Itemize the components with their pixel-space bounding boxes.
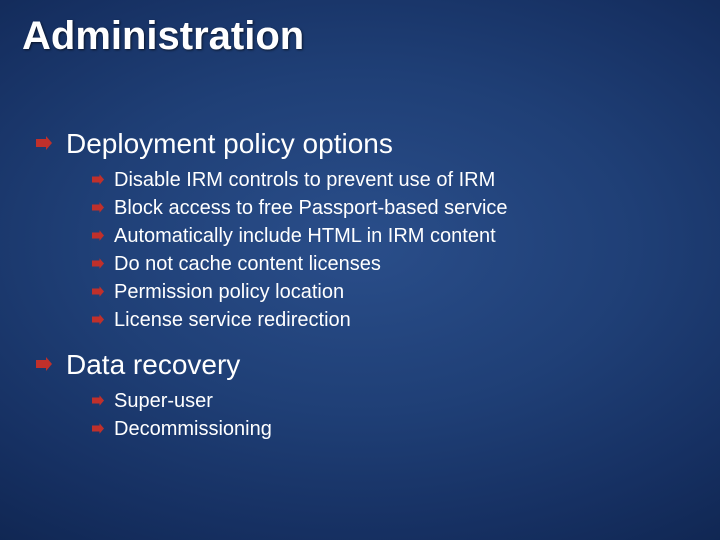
bullet-icon (92, 314, 104, 325)
list-item-text: Disable IRM controls to prevent use of I… (114, 167, 495, 193)
slide: Administration Deployment policy options… (0, 0, 720, 540)
section-heading: Data recovery (36, 347, 690, 382)
bullet-icon (36, 357, 52, 371)
list-item-text: Block access to free Passport-based serv… (114, 195, 508, 221)
list-item-text: Permission policy location (114, 279, 344, 305)
bullet-icon (36, 136, 52, 150)
bullet-icon (92, 395, 104, 406)
bullet-icon (92, 258, 104, 269)
bullet-icon (92, 423, 104, 434)
bullet-icon (92, 230, 104, 241)
list-item-text: License service redirection (114, 307, 351, 333)
section-heading-text: Data recovery (66, 347, 240, 382)
list-item-text: Super-user (114, 388, 213, 414)
list-item: Do not cache content licenses (92, 251, 690, 277)
list-item: Decommissioning (92, 416, 690, 442)
section-heading: Deployment policy options (36, 126, 690, 161)
slide-title: Administration (22, 14, 304, 59)
bullet-icon (92, 202, 104, 213)
list-item: Super-user (92, 388, 690, 414)
list-item-text: Decommissioning (114, 416, 272, 442)
list-item-text: Automatically include HTML in IRM conten… (114, 223, 496, 249)
bullet-icon (92, 286, 104, 297)
list-item: Automatically include HTML in IRM conten… (92, 223, 690, 249)
list-item: License service redirection (92, 307, 690, 333)
list-item: Disable IRM controls to prevent use of I… (92, 167, 690, 193)
list-item: Block access to free Passport-based serv… (92, 195, 690, 221)
list-item: Permission policy location (92, 279, 690, 305)
list-item-text: Do not cache content licenses (114, 251, 381, 277)
slide-content: Deployment policy options Disable IRM co… (36, 126, 690, 456)
section-heading-text: Deployment policy options (66, 126, 393, 161)
bullet-icon (92, 174, 104, 185)
section-items: Disable IRM controls to prevent use of I… (92, 167, 690, 333)
section-items: Super-user Decommissioning (92, 388, 690, 442)
